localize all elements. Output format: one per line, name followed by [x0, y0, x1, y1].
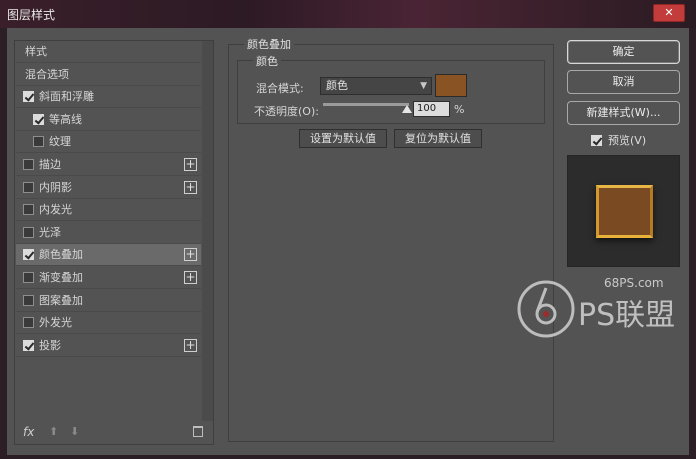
new-style-button[interactable]: 新建样式(W)...	[567, 101, 680, 125]
style-checkbox[interactable]	[23, 181, 34, 193]
add-effect-icon[interactable]: +	[184, 158, 197, 171]
style-list-item[interactable]: 混合选项	[16, 64, 201, 86]
add-effect-icon[interactable]: +	[184, 180, 197, 194]
style-list-item[interactable]: 等高线	[16, 109, 201, 131]
style-list-panel: 样式混合选项斜面和浮雕等高线纹理描边 + 内阴影 + 内发光光泽颜色叠加 + 渐变叠加 + 图案…	[14, 40, 214, 445]
opacity-unit: %	[454, 103, 465, 116]
watermark-logo-icon	[517, 280, 575, 338]
blend-mode-select[interactable]: 颜色 ▼	[320, 77, 432, 95]
opacity-input[interactable]: 100	[413, 101, 450, 117]
style-list-label: 外发光	[39, 316, 72, 330]
style-list-label: 混合选项	[25, 67, 69, 81]
style-checkbox[interactable]	[23, 91, 34, 103]
section-title: 颜色叠加	[244, 36, 294, 52]
blend-mode-label: 混合模式:	[256, 82, 304, 95]
style-list-item[interactable]: 光泽	[16, 222, 201, 244]
style-list-label: 光泽	[39, 225, 61, 239]
opacity-label: 不透明度(O):	[254, 105, 319, 118]
style-checkbox[interactable]	[23, 204, 34, 216]
style-checkbox[interactable]	[33, 113, 44, 125]
watermark-brand: PS联盟	[578, 298, 676, 333]
style-list-label: 斜面和浮雕	[39, 90, 94, 104]
watermark-site: 68PS.com	[604, 276, 664, 290]
style-list-label: 渐变叠加	[39, 271, 83, 284]
style-list-item[interactable]: 渐变叠加 +	[16, 267, 201, 289]
window-frame-right	[689, 28, 696, 459]
style-checkbox[interactable]	[33, 136, 44, 148]
opacity-slider-thumb[interactable]	[402, 105, 412, 113]
style-list-item[interactable]: 外发光	[16, 312, 201, 335]
add-effect-icon[interactable]: +	[184, 248, 197, 262]
style-preview	[567, 155, 680, 267]
style-checkbox[interactable]	[23, 339, 34, 351]
window-frame-left	[0, 28, 7, 459]
style-list-label: 投影	[39, 338, 61, 352]
trash-icon[interactable]	[193, 426, 203, 437]
style-list-scrollbar[interactable]	[202, 41, 213, 421]
style-list-label: 内阴影	[39, 180, 72, 194]
style-list-item[interactable]: 内发光	[16, 199, 201, 222]
style-list-item[interactable]: 投影 +	[16, 335, 201, 357]
style-list-label: 颜色叠加	[39, 248, 83, 262]
style-checkbox[interactable]	[23, 159, 34, 170]
style-checkbox[interactable]	[23, 226, 34, 238]
style-checkbox[interactable]	[23, 294, 34, 306]
move-up-icon[interactable]: ⬆	[49, 425, 58, 438]
style-list-label: 纹理	[49, 135, 71, 149]
style-list-item[interactable]: 描边 +	[16, 154, 201, 176]
ok-button[interactable]: 确定	[567, 40, 680, 64]
style-list-label: 描边	[39, 158, 61, 171]
close-button[interactable]: ✕	[653, 4, 685, 22]
reset-default-button[interactable]: 复位为默认值	[394, 129, 482, 148]
window-frame-bottom	[0, 455, 696, 459]
add-effect-icon[interactable]: +	[184, 271, 197, 284]
style-list-item[interactable]: 纹理	[16, 131, 201, 154]
style-list-item[interactable]: 内阴影 +	[16, 177, 201, 199]
fx-icon[interactable]: fx	[23, 425, 34, 439]
set-default-button[interactable]: 设置为默认值	[299, 129, 387, 148]
move-down-icon[interactable]: ⬇	[70, 425, 79, 438]
style-checkbox[interactable]	[23, 317, 34, 329]
color-group-title: 颜色	[253, 53, 281, 69]
preview-checkbox[interactable]	[591, 135, 602, 146]
style-checkbox[interactable]	[23, 249, 34, 261]
style-list-item[interactable]: 样式	[16, 41, 201, 63]
title-bar: 图层样式 ✕	[0, 0, 696, 28]
preview-label: 预览(V)	[608, 134, 647, 147]
style-list-label: 内发光	[39, 203, 72, 217]
overlay-color-swatch[interactable]	[435, 74, 467, 97]
style-list-label: 等高线	[49, 112, 82, 126]
opacity-slider-track[interactable]	[323, 103, 409, 106]
window-title: 图层样式	[7, 8, 56, 22]
style-list-item[interactable]: 斜面和浮雕	[16, 86, 201, 109]
chevron-down-icon: ▼	[420, 81, 427, 91]
preview-thumbnail	[596, 185, 653, 238]
add-effect-icon[interactable]: +	[184, 338, 197, 352]
blend-mode-value: 颜色	[326, 79, 348, 92]
style-list-item[interactable]: 颜色叠加 +	[16, 244, 201, 267]
style-list-item[interactable]: 图案叠加	[16, 290, 201, 312]
style-list-label: 样式	[25, 45, 47, 58]
style-checkbox[interactable]	[23, 272, 34, 283]
style-list-footer: fx ⬆ ⬇	[15, 421, 213, 445]
cancel-button[interactable]: 取消	[567, 70, 680, 94]
style-list-label: 图案叠加	[39, 293, 83, 307]
